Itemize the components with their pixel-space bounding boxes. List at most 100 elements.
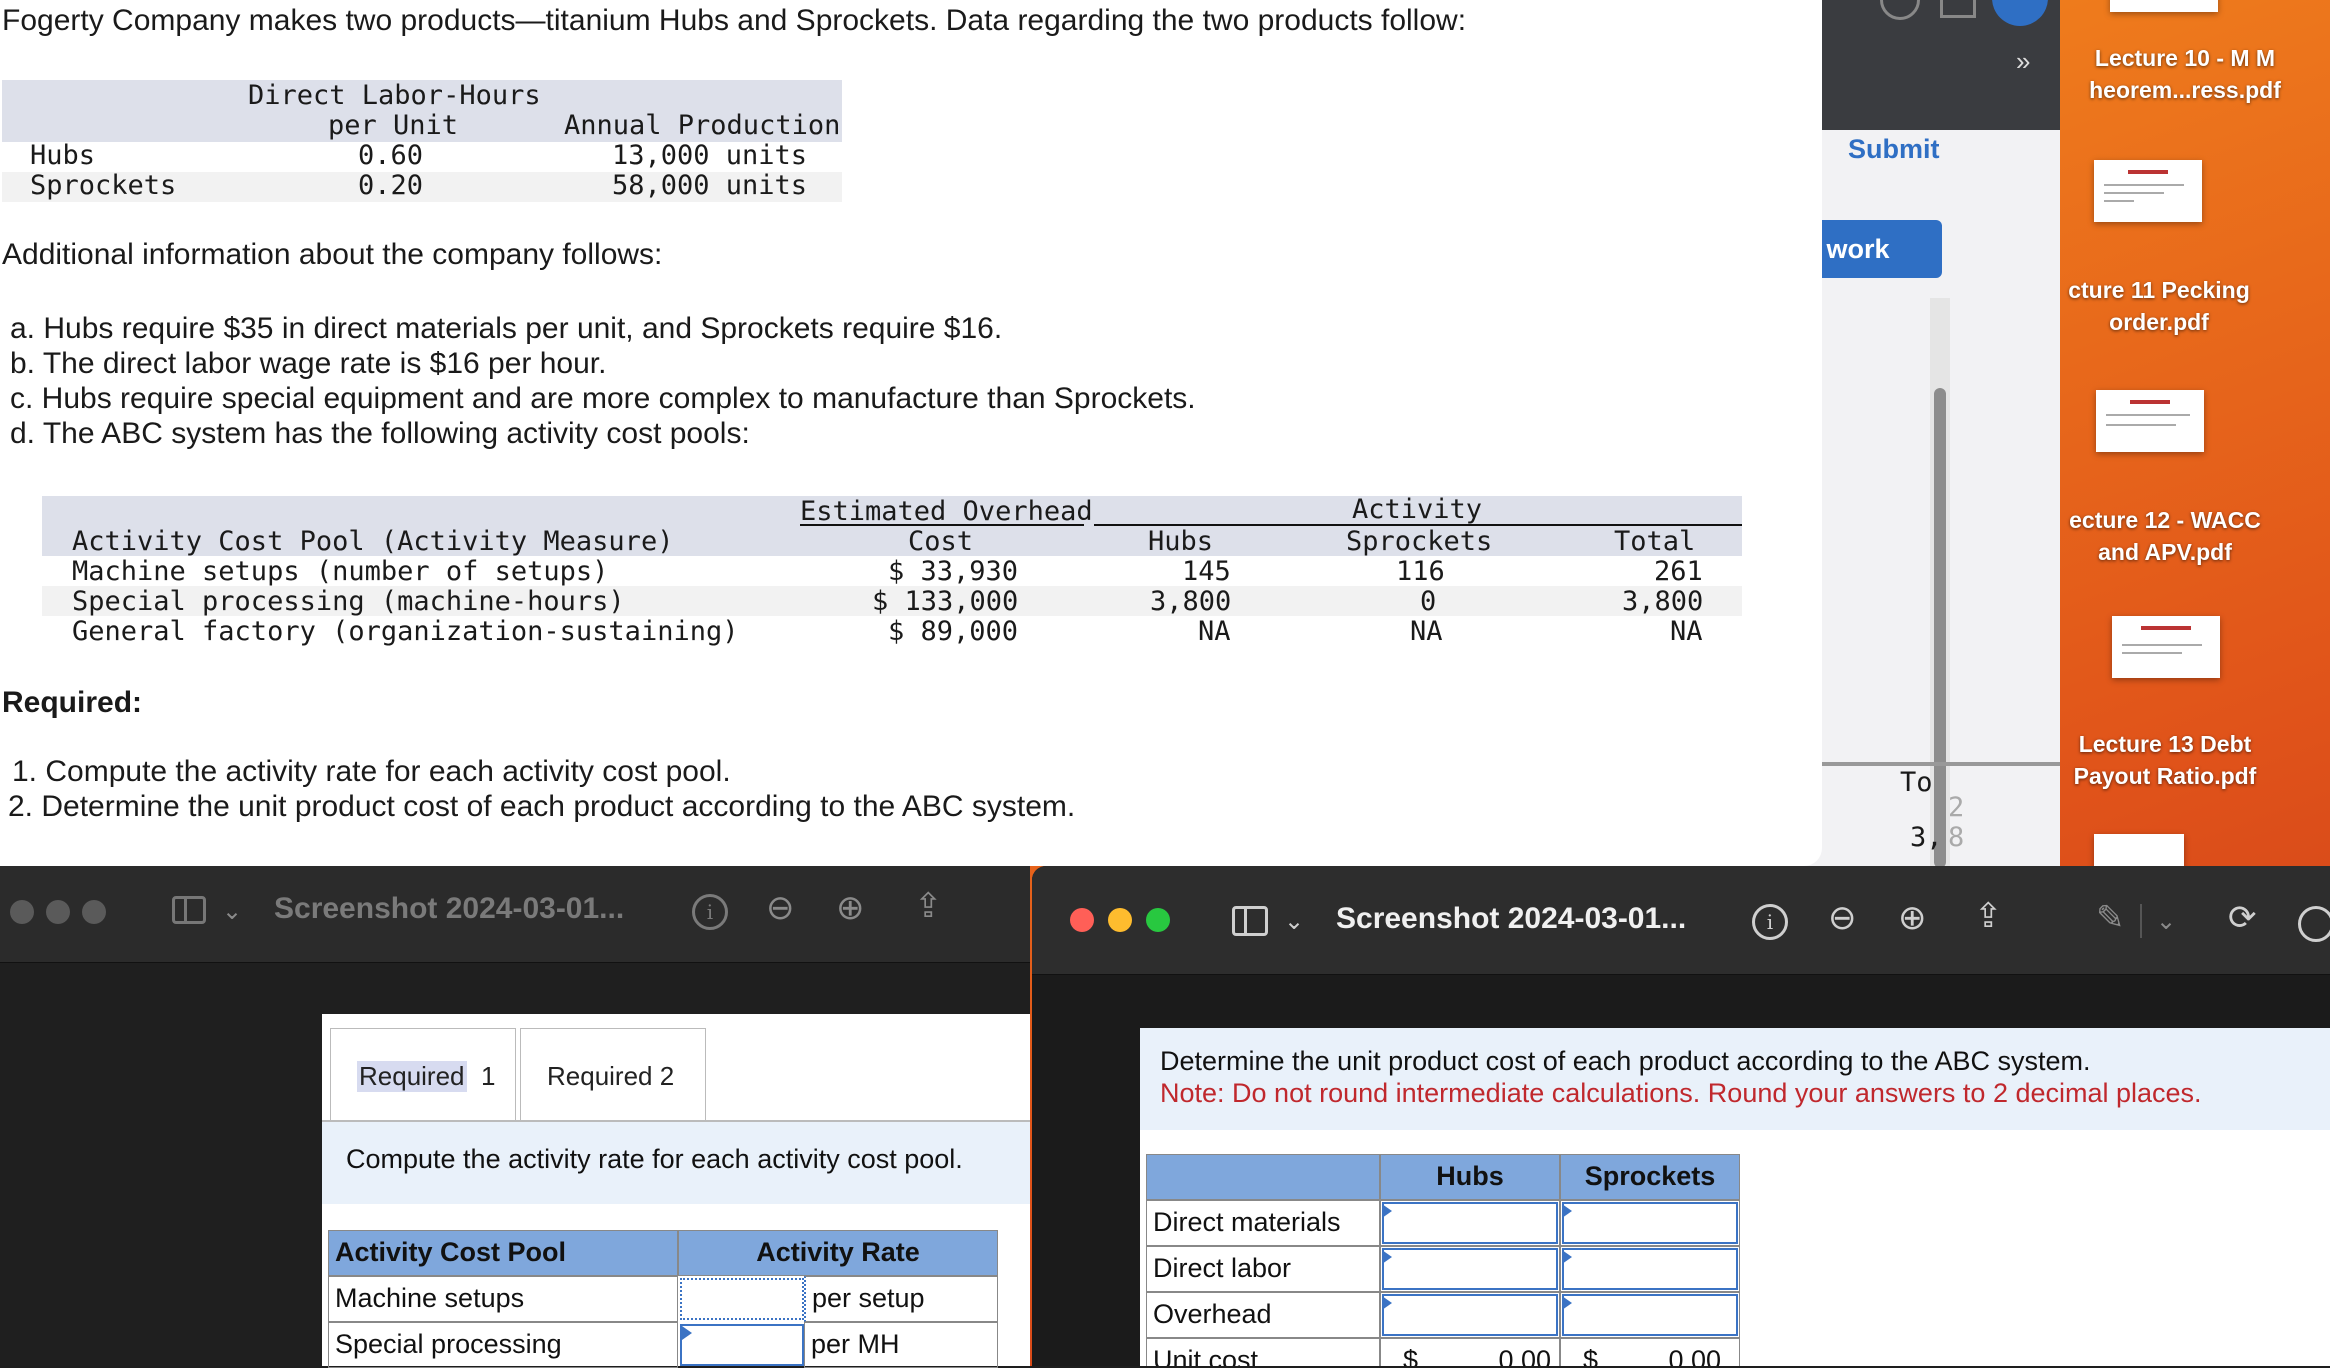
desktop-file-label[interactable]: ecture 12 - WACC and APV.pdf	[2050, 504, 2280, 568]
column-header: Annual Production	[564, 110, 841, 141]
zoom-out-icon[interactable]: ⊖	[766, 888, 795, 928]
column-header: Hubs	[1148, 526, 1214, 557]
window-titlebar: ⌄ Screenshot 2024-03-01... i ⊖ ⊕ ⇪	[0, 866, 1030, 963]
share-icon[interactable]: ⇪	[914, 886, 943, 926]
activity-rate-input[interactable]	[680, 1324, 804, 1366]
tab-label: Required	[357, 1061, 467, 1092]
pool-cost: $ 89,000	[888, 616, 1019, 647]
problem-intro: Fogerty Company makes two products—titan…	[2, 4, 1467, 37]
problem-statement-window: Fogerty Company makes two products—titan…	[0, 0, 1822, 866]
browser-window-background: » Submit y work To 2 3, 8	[1780, 0, 2060, 898]
close-dot-icon[interactable]	[1070, 908, 1094, 932]
overflow-chevron-icon[interactable]: »	[2016, 46, 2030, 77]
chevron-down-icon[interactable]: ⌄	[2156, 902, 2176, 942]
pdf-thumbnail-icon[interactable]	[2110, 0, 2218, 12]
preview-window-inactive: ⌄ Screenshot 2024-03-01... i ⊖ ⊕ ⇪ Requi…	[0, 866, 1030, 1368]
hubs-direct-materials-input[interactable]	[1382, 1202, 1558, 1244]
pool-sprockets: 116	[1396, 556, 1445, 587]
info-icon[interactable]: i	[1752, 904, 1788, 940]
unit-label: per MH	[804, 1322, 998, 1368]
desktop-file-label[interactable]: cture 11 Pecking order.pdf	[2044, 274, 2274, 338]
unit-label: per setup	[804, 1276, 998, 1322]
column-header: Activity Cost Pool	[328, 1230, 678, 1276]
tab-label: Required 2	[547, 1061, 675, 1091]
sidebar-toggle-icon[interactable]	[172, 896, 206, 924]
chevron-down-icon[interactable]: ⌄	[1284, 902, 1304, 942]
column-header: Cost	[908, 526, 974, 557]
scrollbar-track[interactable]	[1930, 298, 1950, 898]
pool-name: General factory (organization-sustaining…	[72, 616, 739, 647]
column-header: Activity Rate	[678, 1230, 998, 1276]
row-label: Unit cost	[1146, 1338, 1380, 1366]
info-icon[interactable]: i	[692, 894, 728, 930]
hubs-unit-cost-value: 0.00	[1498, 1345, 1551, 1366]
sprockets-direct-labor-input[interactable]	[1562, 1248, 1738, 1290]
tab-label-suffix: 1	[481, 1061, 496, 1091]
pool-cost: $ 133,000	[872, 586, 1019, 617]
close-dot-icon[interactable]	[10, 900, 34, 924]
activity-rate-input[interactable]	[680, 1278, 804, 1320]
currency-symbol: $	[1403, 1345, 1419, 1366]
row-label: Overhead	[1146, 1292, 1380, 1338]
pool-hubs: 145	[1182, 556, 1231, 587]
pool-label: Special processing	[328, 1322, 678, 1368]
product-dlh: 0.60	[358, 140, 424, 171]
column-header: per Unit	[328, 110, 459, 141]
info-item: d. The ABC system has the following acti…	[10, 417, 750, 450]
zoom-in-icon[interactable]: ⊕	[1898, 898, 1927, 938]
sprockets-direct-materials-input[interactable]	[1562, 1202, 1738, 1244]
currency-symbol: $	[1583, 1345, 1599, 1366]
rotate-icon[interactable]: ⟳	[2228, 898, 2257, 938]
requirement-item: 1. Compute the activity rate for each ac…	[12, 755, 731, 788]
column-header: Sprockets	[1560, 1154, 1740, 1200]
divider	[2140, 904, 2142, 938]
product-production: 13,000 units	[612, 140, 808, 171]
pool-hubs: NA	[1198, 616, 1231, 647]
tab-required-1[interactable]: Required 1	[330, 1028, 516, 1121]
minimize-dot-icon[interactable]	[1108, 908, 1132, 932]
requirement-item: 2. Determine the unit product cost of ea…	[8, 790, 1076, 823]
hubs-direct-labor-input[interactable]	[1382, 1248, 1558, 1290]
input-flag-icon	[1382, 1296, 1392, 1310]
column-header: Direct Labor-Hours	[248, 80, 541, 111]
markup-pen-icon[interactable]: ✎	[2096, 898, 2125, 938]
product-production: 58,000 units	[612, 170, 808, 201]
submit-button[interactable]: Submit	[1848, 134, 1940, 165]
table-cell: $ 0.00	[1380, 1338, 1560, 1366]
zoom-out-icon[interactable]: ⊖	[1828, 898, 1857, 938]
share-icon[interactable]: ⇪	[1974, 896, 2003, 936]
pool-name: Special processing (machine-hours)	[72, 586, 625, 617]
partial-total-header: To	[1900, 767, 1933, 798]
scrollbar-thumb[interactable]	[1934, 388, 1946, 868]
profile-avatar[interactable]	[1992, 0, 2048, 26]
pool-sprockets: 0	[1420, 586, 1437, 617]
pool-name: Machine setups (number of setups)	[72, 556, 609, 587]
input-flag-icon	[1382, 1250, 1392, 1264]
column-header: Total	[1614, 526, 1696, 557]
window-titlebar: ⌄ Screenshot 2024-03-01... i ⊖ ⊕ ⇪ ✎ ⌄ ⟳	[1032, 866, 2330, 975]
desktop-file-label[interactable]: Lecture 10 - M M heorem...ress.pdf	[2070, 42, 2300, 106]
tab-required-2[interactable]: Required 2	[520, 1028, 706, 1122]
minimize-dot-icon[interactable]	[46, 900, 70, 924]
additional-info-heading: Additional information about the company…	[2, 238, 663, 271]
pdf-thumbnail-icon[interactable]	[2112, 616, 2220, 678]
zoom-in-icon[interactable]: ⊕	[836, 888, 865, 928]
sprockets-overhead-input[interactable]	[1562, 1294, 1738, 1336]
markup-circle-icon[interactable]	[2298, 906, 2330, 942]
window-title: Screenshot 2024-03-01...	[1336, 902, 1687, 935]
zoom-dot-icon[interactable]	[1146, 908, 1170, 932]
browser-toolbar-icon[interactable]	[1940, 0, 1976, 18]
preview-window-active: ⌄ Screenshot 2024-03-01... i ⊖ ⊕ ⇪ ✎ ⌄ ⟳…	[1032, 866, 2330, 1366]
chevron-down-icon[interactable]: ⌄	[222, 892, 242, 932]
column-header: Activity	[1352, 494, 1483, 525]
column-header: Activity Cost Pool (Activity Measure)	[72, 526, 674, 557]
pdf-thumbnail-icon[interactable]	[2096, 390, 2204, 452]
info-item: b. The direct labor wage rate is $16 per…	[10, 347, 607, 380]
sidebar-toggle-icon[interactable]	[1232, 906, 1268, 936]
zoom-dot-icon[interactable]	[82, 900, 106, 924]
instruction-text: Compute the activity rate for each activ…	[346, 1144, 963, 1174]
pdf-thumbnail-icon[interactable]	[2094, 160, 2202, 222]
browser-toolbar-icon[interactable]	[1880, 0, 1920, 20]
hubs-overhead-input[interactable]	[1382, 1294, 1558, 1336]
desktop-file-label[interactable]: Lecture 13 Debt Payout Ratio.pdf	[2050, 728, 2280, 792]
